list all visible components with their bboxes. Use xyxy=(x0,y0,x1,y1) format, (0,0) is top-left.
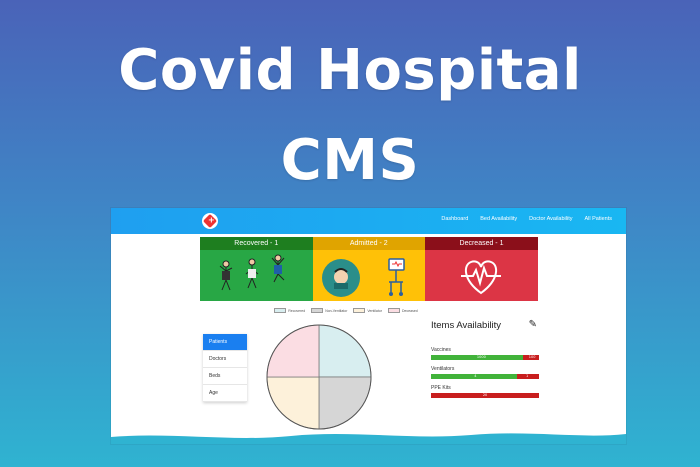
legend-item[interactable]: Ventilator xyxy=(353,308,382,313)
card-recovered[interactable]: Recovered - 1 xyxy=(200,237,313,301)
nav-link-dashboard[interactable]: Dashboard xyxy=(441,216,468,222)
headline-line-2: CMS xyxy=(280,128,420,193)
availability-row: PPE Kits 20 xyxy=(431,385,539,398)
nav-links: Dashboard Bed Availability Doctor Availa… xyxy=(441,216,612,222)
unavailable-count: 20 xyxy=(482,393,488,397)
available-count: 1000 xyxy=(476,355,486,359)
pie-slice-recovered[interactable] xyxy=(318,324,372,378)
card-title: Decreased - 1 xyxy=(425,237,538,250)
nav-link-doctor-availability[interactable]: Doctor Availability xyxy=(529,216,572,222)
pie-slice-non-ventilator[interactable] xyxy=(318,376,372,430)
headline-line-1: Covid Hospital xyxy=(118,38,582,103)
legend-item[interactable]: Non-Ventilator xyxy=(311,308,347,313)
card-title: Admitted - 2 xyxy=(312,237,425,250)
menu-item-patients[interactable]: Patients xyxy=(203,334,247,351)
availability-label: PPE Kits xyxy=(431,385,451,391)
unavailable-count: 1 xyxy=(526,374,529,378)
availability-label: Vaccines xyxy=(431,347,451,353)
menu-item-doctors[interactable]: Doctors xyxy=(203,351,247,368)
nav-link-bed-availability[interactable]: Bed Availability xyxy=(480,216,517,222)
status-cards: Recovered - 1 Admitted - 2 Decreased - 1 xyxy=(200,237,538,301)
app-screenshot: + Dashboard Bed Availability Doctor Avai… xyxy=(111,208,626,444)
chart-legend: Recovered Non-Ventilator Ventilator Dece… xyxy=(266,308,426,313)
top-navbar: + Dashboard Bed Availability Doctor Avai… xyxy=(111,208,626,234)
side-menu: Patients Doctors Beds Age xyxy=(203,334,247,402)
card-decreased[interactable]: Decreased - 1 xyxy=(425,237,538,301)
availability-bar: 41 xyxy=(431,374,539,379)
unavailable-count: 100 xyxy=(528,355,536,359)
wave-divider xyxy=(111,433,626,444)
items-availability-panel: Items Availability ✎ Vaccines 1000 100 Vent… xyxy=(431,319,539,398)
availability-row: Ventilators 4 1 xyxy=(431,366,539,379)
availability-row: Vaccines 1000 100 xyxy=(431,347,539,360)
nav-link-all-patients[interactable]: All Patients xyxy=(584,216,612,222)
people-jumping-icon xyxy=(200,250,313,301)
menu-item-age[interactable]: Age xyxy=(203,385,247,402)
card-admitted[interactable]: Admitted - 2 xyxy=(312,237,425,301)
legend-item[interactable]: Deceased xyxy=(387,308,418,313)
pencil-icon[interactable]: ✎ xyxy=(529,319,537,330)
status-pie-chart xyxy=(266,324,372,430)
pie-slice-ventilator[interactable] xyxy=(266,376,320,430)
card-title: Recovered - 1 xyxy=(200,237,313,250)
heartbeat-icon xyxy=(425,250,538,301)
legend-item[interactable]: Recovered xyxy=(274,308,305,313)
patient-ventilator-icon xyxy=(312,250,425,301)
availability-label: Ventilators xyxy=(431,366,455,372)
heart-cross-icon[interactable]: + xyxy=(202,213,218,229)
menu-item-beds[interactable]: Beds xyxy=(203,368,247,385)
available-count: 4 xyxy=(474,374,477,378)
items-availability-title: Items Availability xyxy=(431,320,502,331)
pie-slice-deceased[interactable] xyxy=(266,324,320,378)
availability-bar: 20 xyxy=(431,393,539,398)
availability-bar: 1000 100 xyxy=(431,355,539,360)
